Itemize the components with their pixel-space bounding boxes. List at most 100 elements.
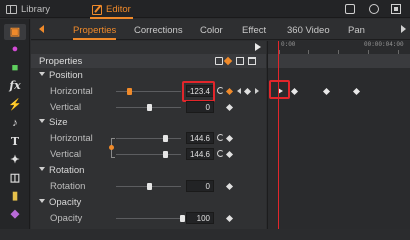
- size-vertical-row: Vertical 144.6: [31, 147, 266, 162]
- position-vertical-input[interactable]: 0: [186, 101, 214, 113]
- playhead[interactable]: [278, 41, 279, 229]
- size-horizontal-input[interactable]: 144.6: [186, 132, 214, 144]
- reset-icon[interactable]: [217, 134, 224, 141]
- position-vertical-row: Vertical 0: [31, 100, 266, 115]
- properties-title: Properties: [39, 56, 83, 67]
- slider-thumb[interactable]: [127, 88, 132, 95]
- reset-icon[interactable]: [217, 87, 224, 94]
- opacity-input[interactable]: 100: [186, 212, 214, 224]
- paint-icon[interactable]: ▮: [9, 190, 21, 202]
- keyframe-icon[interactable]: [225, 214, 234, 223]
- keyframe-timeline[interactable]: 0:00 00:00:04:00: [267, 41, 410, 229]
- section-label: Position: [49, 70, 83, 81]
- play-icon[interactable]: [255, 43, 261, 51]
- settings-icon[interactable]: [369, 4, 379, 14]
- folder-icon[interactable]: ■: [9, 62, 21, 74]
- panel-header: [31, 41, 266, 54]
- section-label: Opacity: [49, 197, 82, 208]
- param-label: Rotation: [50, 181, 86, 192]
- next-keyframe-icon[interactable]: [255, 88, 259, 94]
- image-icon[interactable]: [236, 57, 244, 65]
- slider-thumb[interactable]: [180, 215, 185, 222]
- slider-thumb[interactable]: [147, 183, 152, 190]
- media-icon[interactable]: ▣: [9, 26, 21, 38]
- slider-track[interactable]: [116, 154, 181, 155]
- fx-icon[interactable]: fx: [9, 79, 21, 92]
- param-label: Horizontal: [50, 86, 93, 97]
- prev-keyframe-icon[interactable]: [237, 88, 241, 94]
- timeline-keyframe[interactable]: [290, 87, 299, 96]
- section-label: Size: [49, 117, 68, 128]
- tab-360-video[interactable]: 360 Video: [287, 25, 330, 36]
- reset-icon[interactable]: [217, 150, 224, 157]
- editor-tab[interactable]: Editor: [90, 3, 133, 19]
- tabs-scroll-right-icon[interactable]: [401, 25, 406, 33]
- music-icon[interactable]: ♪: [9, 117, 21, 129]
- ruler-label-start: 0:00: [281, 41, 296, 48]
- tabs-scroll-left-icon[interactable]: [39, 25, 44, 33]
- export-icon[interactable]: [345, 4, 355, 14]
- library-label: Library: [21, 4, 51, 15]
- collapse-caret-icon[interactable]: [39, 72, 45, 76]
- param-label: Vertical: [50, 149, 82, 160]
- top-bar: Library Editor: [0, 0, 410, 19]
- highlight-box: [269, 80, 290, 99]
- section-tabs: Properties Corrections Color Effect 360 …: [31, 19, 410, 40]
- keyframe-icon[interactable]: [223, 56, 233, 66]
- properties-panel: Properties Position Horizontal -123.4 Ve…: [31, 41, 266, 229]
- tab-corrections[interactable]: Corrections: [134, 25, 183, 36]
- opacity-row: Opacity 100: [31, 211, 266, 226]
- section-label: Rotation: [49, 165, 85, 176]
- library-tab[interactable]: Library: [6, 3, 50, 16]
- editor-label: Editor: [106, 4, 131, 15]
- keyframe-icon[interactable]: [225, 182, 234, 191]
- timeline-header-band: [268, 54, 410, 68]
- slider-thumb[interactable]: [163, 151, 168, 158]
- section-opacity[interactable]: Opacity: [31, 195, 266, 210]
- highlight-box: [182, 81, 215, 102]
- transition-icon[interactable]: ⚡: [8, 99, 22, 111]
- slider-track[interactable]: [116, 91, 181, 92]
- graphics-icon[interactable]: ◫: [9, 172, 21, 184]
- rotation-input[interactable]: 0: [186, 180, 214, 192]
- timeline-keyframe[interactable]: [352, 87, 361, 96]
- section-rotation[interactable]: Rotation: [31, 163, 266, 178]
- save-icon[interactable]: [215, 57, 223, 65]
- size-vertical-input[interactable]: 144.6: [186, 148, 214, 160]
- delete-icon[interactable]: [248, 57, 256, 65]
- param-label: Vertical: [50, 102, 82, 113]
- library-icon: [6, 5, 17, 14]
- window-icon[interactable]: [391, 4, 401, 14]
- tab-color[interactable]: Color: [200, 25, 223, 36]
- tab-properties[interactable]: Properties: [73, 25, 117, 40]
- keyframe-icon[interactable]: [225, 87, 234, 96]
- keyframe-icon[interactable]: [225, 134, 234, 143]
- add-keyframe-icon[interactable]: [243, 87, 252, 96]
- tab-pan[interactable]: Pan: [348, 25, 365, 36]
- collapse-caret-icon[interactable]: [39, 199, 45, 203]
- slider-track[interactable]: [116, 218, 181, 219]
- param-label: Opacity: [50, 213, 83, 224]
- rotation-row: Rotation 0: [31, 179, 266, 194]
- ruler-label-end: 00:00:04:00: [364, 41, 404, 48]
- timeline-keyframe[interactable]: [322, 87, 331, 96]
- collapse-caret-icon[interactable]: [39, 167, 45, 171]
- slider-thumb[interactable]: [163, 135, 168, 142]
- collapse-caret-icon[interactable]: [39, 119, 45, 123]
- section-position[interactable]: Position: [31, 68, 266, 83]
- motion-icon[interactable]: ✦: [9, 154, 21, 166]
- section-size[interactable]: Size: [31, 115, 266, 130]
- keyframe-icon[interactable]: [225, 150, 234, 159]
- color-wheel-icon[interactable]: ●: [9, 43, 21, 55]
- position-horizontal-row: Horizontal -123.4: [31, 84, 266, 99]
- properties-title-bar: Properties: [31, 54, 266, 68]
- tool-strip: ▣ ● ■ fx ⚡ ♪ T ✦ ◫ ▮ ◆: [0, 19, 30, 229]
- size-horizontal-row: Horizontal 144.6: [31, 131, 266, 146]
- audio-icon[interactable]: ◆: [9, 208, 21, 220]
- slider-thumb[interactable]: [147, 104, 152, 111]
- timeline-ruler[interactable]: 0:00 00:00:04:00: [268, 41, 410, 54]
- title-icon[interactable]: T: [9, 135, 21, 148]
- keyframe-icon[interactable]: [225, 103, 234, 112]
- slider-track[interactable]: [116, 138, 181, 139]
- tab-effect[interactable]: Effect: [242, 25, 266, 36]
